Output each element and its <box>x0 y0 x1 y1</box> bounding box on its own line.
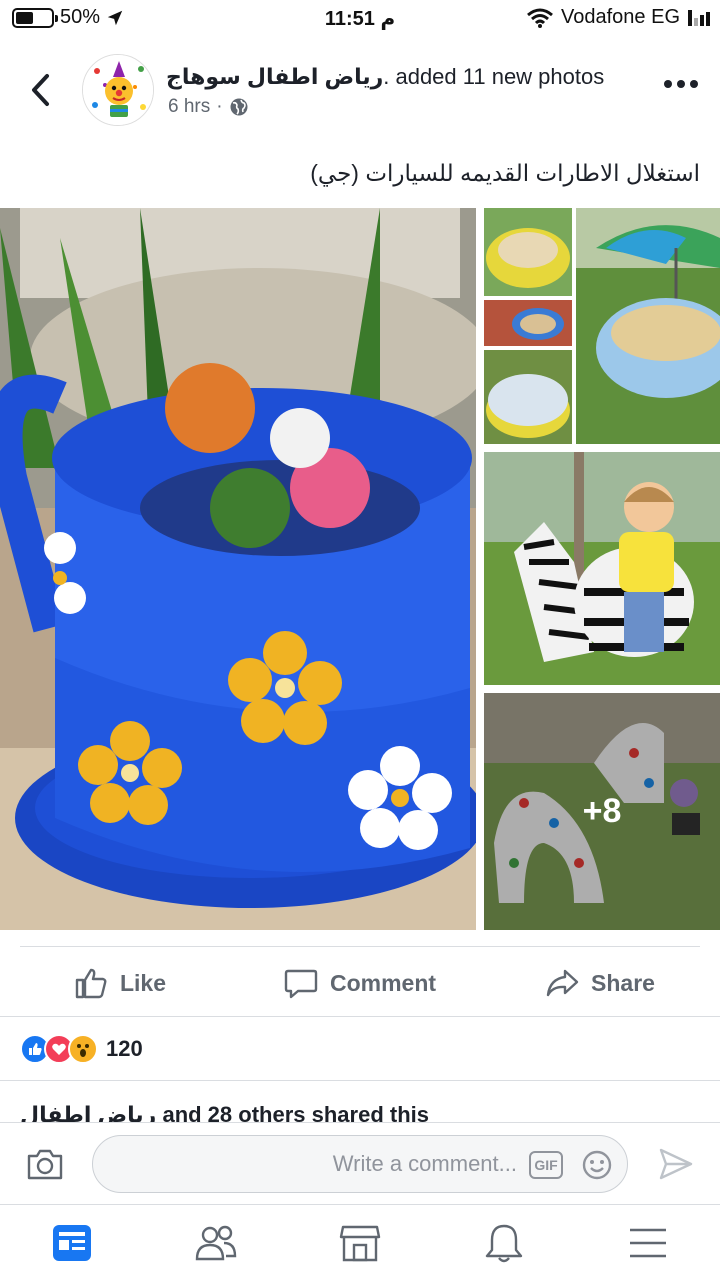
menu-icon <box>630 1228 666 1257</box>
nav-news-feed[interactable] <box>0 1205 144 1280</box>
page-avatar[interactable] <box>82 54 154 126</box>
main-photo-tire-teapot[interactable] <box>0 208 476 930</box>
emoji-button[interactable] <box>581 1149 613 1186</box>
like-label: Like <box>119 969 167 996</box>
divider <box>0 1080 720 1081</box>
camera-icon <box>27 1149 63 1180</box>
like-button[interactable]: Like <box>0 950 240 1016</box>
reaction-count: 120 <box>106 1036 143 1061</box>
shares-summary[interactable]: رياض اطفال and 28 others shared this <box>20 1102 429 1124</box>
signal-icon <box>688 9 710 26</box>
page-name-link[interactable]: رياض اطفال سوهاج <box>166 64 383 89</box>
photo-sandbox-lid[interactable] <box>484 350 572 444</box>
photo-dotted-horse[interactable]: +8 <box>484 693 720 930</box>
reactions-summary[interactable]: 120 <box>20 1034 143 1064</box>
more-options-button[interactable] <box>664 80 698 88</box>
back-button[interactable] <box>20 68 60 112</box>
divider <box>0 1016 720 1017</box>
post-caption: استغلال الاطارات القديمه للسيارات (جي) <box>310 160 700 186</box>
photo-sandbox-cover[interactable] <box>484 300 572 346</box>
photo-sandbox-yellow[interactable] <box>484 208 572 296</box>
post-author-line: رياض اطفال سوهاج. added 11 new photos <box>166 64 604 90</box>
comment-label: Comment <box>329 969 437 996</box>
meta-separator: · <box>216 96 223 117</box>
photo-sandbox-umbrella[interactable] <box>576 208 720 444</box>
post-actions: Like Comment Share <box>0 950 720 1016</box>
comment-composer: GIF <box>0 1122 720 1204</box>
notifications-icon <box>485 1224 523 1262</box>
share-button[interactable]: Share <box>480 950 720 1016</box>
thumbs-up-icon <box>75 968 107 999</box>
news-feed-icon <box>53 1224 91 1261</box>
comment-button[interactable]: Comment <box>240 950 480 1016</box>
nav-menu[interactable] <box>576 1205 720 1280</box>
share-arrow-icon <box>546 969 579 997</box>
chevron-left-icon <box>32 74 49 106</box>
gif-button[interactable]: GIF <box>529 1151 563 1179</box>
camera-button[interactable] <box>26 1147 64 1186</box>
nav-friends[interactable] <box>144 1205 288 1280</box>
photo-grid: +8 <box>0 208 720 930</box>
post-time[interactable]: 6 hrs <box>168 96 210 118</box>
marketplace-icon <box>339 1225 381 1261</box>
more-photos-count: +8 <box>582 792 622 830</box>
post-meta: 6 hrs · <box>168 96 249 118</box>
post-action-text: . added 11 new photos <box>383 64 605 89</box>
wow-icon <box>68 1034 98 1064</box>
share-label: Share <box>591 969 655 996</box>
nav-marketplace[interactable] <box>288 1205 432 1280</box>
photo-zebra-tire[interactable] <box>484 452 720 685</box>
send-button[interactable] <box>658 1147 694 1186</box>
comment-input[interactable] <box>113 1148 517 1180</box>
wifi-icon <box>527 8 553 28</box>
carrier-name: Vodafone EG <box>561 6 680 28</box>
comment-input-wrapper: GIF <box>92 1135 628 1193</box>
globe-icon <box>230 98 248 116</box>
post-header: رياض اطفال سوهاج. added 11 new photos 6 … <box>0 48 720 136</box>
more-photos-overlay[interactable]: +8 <box>484 693 720 930</box>
smiley-icon <box>582 1150 612 1180</box>
nav-notifications[interactable] <box>432 1205 576 1280</box>
bottom-navigation <box>0 1204 720 1280</box>
send-icon <box>659 1148 693 1180</box>
friends-icon <box>195 1225 237 1260</box>
status-bar: 50% 11:51 م Vodafone EG <box>0 0 720 36</box>
divider <box>20 946 700 947</box>
comment-bubble-icon <box>284 969 318 999</box>
clown-logo-icon <box>83 55 153 125</box>
